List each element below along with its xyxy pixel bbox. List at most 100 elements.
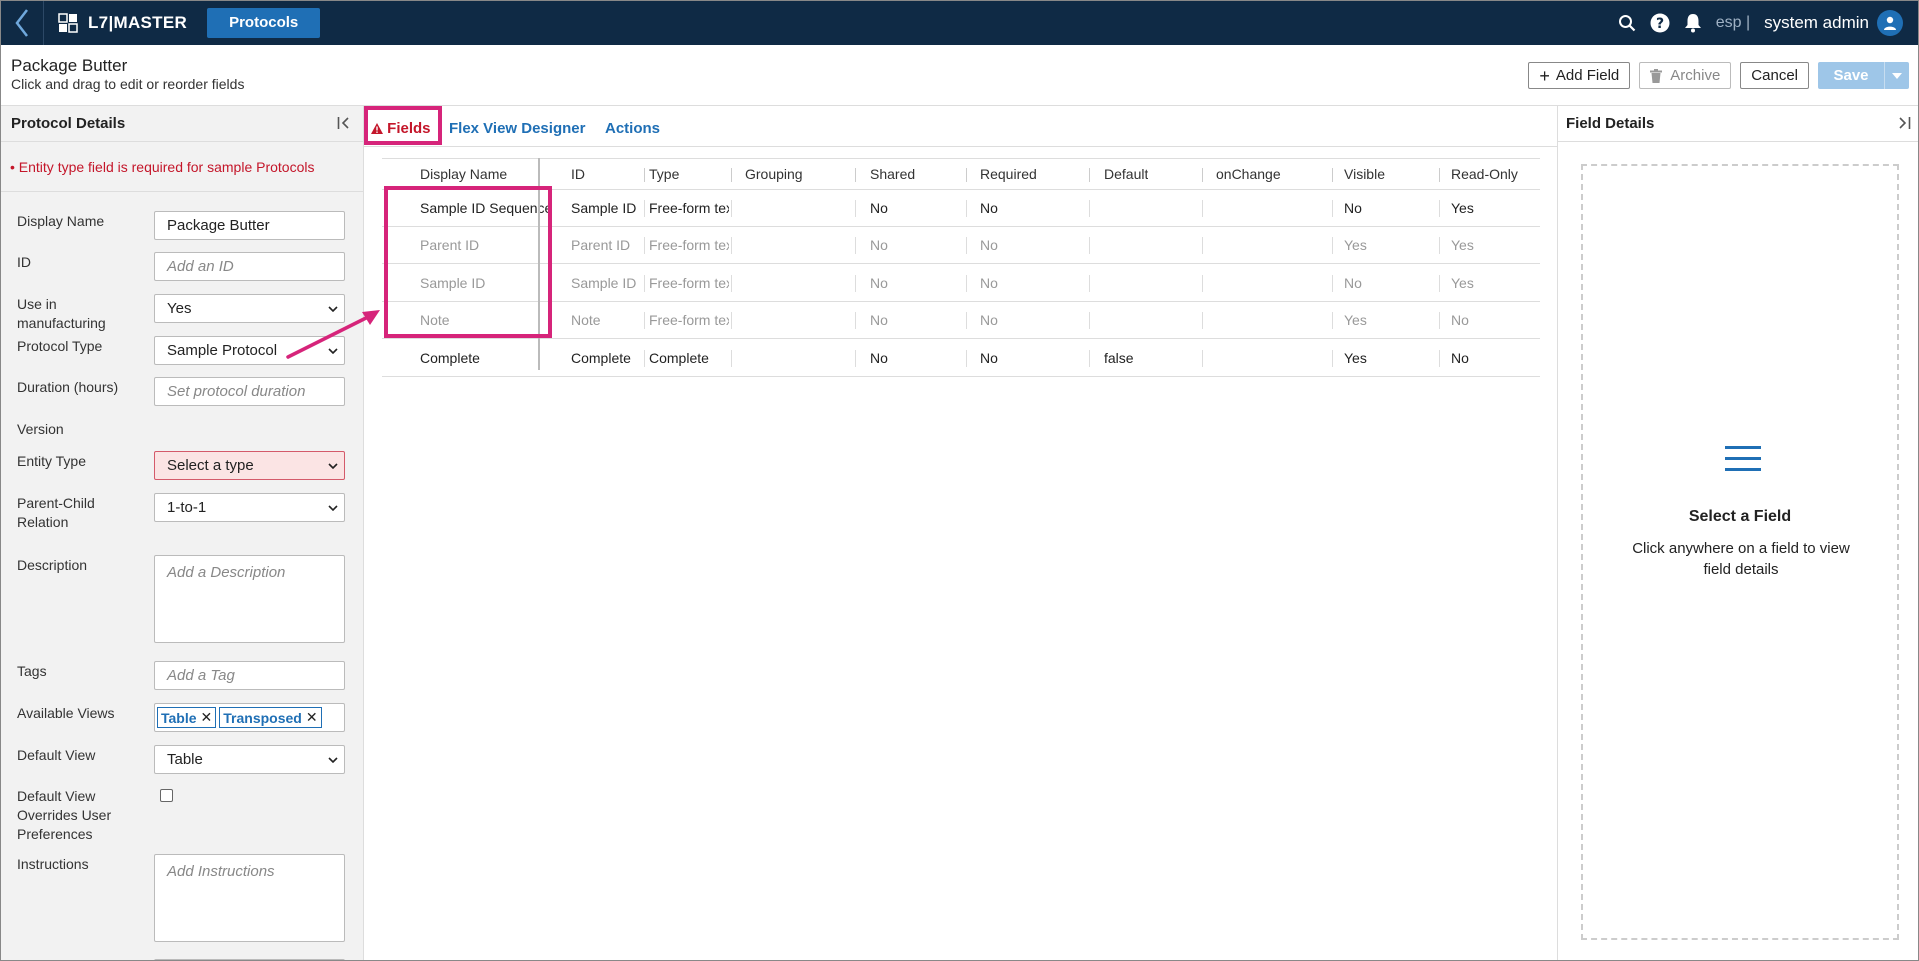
collapse-right-icon[interactable]	[1897, 116, 1911, 134]
svg-text:?: ?	[1656, 16, 1664, 32]
cell-visible: Yes	[1344, 312, 1367, 328]
user-name[interactable]: system admin	[1764, 13, 1869, 33]
column-header[interactable]: onChange	[1216, 159, 1281, 190]
collapse-left-icon[interactable]	[337, 116, 351, 134]
cell-shared: No	[870, 350, 888, 366]
tab-bar: Fields Flex View Designer Actions	[364, 106, 1557, 147]
grid-logo-icon	[58, 12, 78, 33]
cancel-button[interactable]: Cancel	[1740, 62, 1809, 89]
column-header[interactable]: Grouping	[745, 159, 803, 190]
cell-display-name: Complete	[420, 350, 480, 366]
select-value: 1-to-1	[167, 499, 207, 516]
view-chip-transposed: Transposed ✕	[219, 707, 322, 728]
cell-type: Free-form tex	[649, 237, 729, 253]
column-header[interactable]: Default	[1104, 159, 1148, 190]
description-field[interactable]: Add a Description	[154, 555, 345, 643]
help-icon[interactable]: ?	[1650, 13, 1670, 33]
app-name: L7|MASTER	[88, 12, 188, 32]
protocol-details-panel: Protocol Details • Entity type field is …	[0, 106, 364, 961]
cell-required: No	[980, 312, 998, 328]
table-row[interactable]: Note Note Free-form tex No No Yes No	[382, 302, 1540, 339]
cell-shared: No	[870, 200, 888, 216]
table-row[interactable]: Sample ID Sample ID Free-form tex No No …	[382, 265, 1540, 302]
instructions-field[interactable]: Add Instructions	[154, 854, 345, 942]
available-views-label: Available Views	[17, 705, 115, 721]
default-view-select[interactable]: Table	[154, 745, 345, 774]
select-value: Table	[167, 751, 203, 768]
annotation-highlight-system-fields	[384, 186, 552, 338]
field-details-panel: Field Details Select a Field Click anywh…	[1557, 106, 1919, 961]
cell-visible: Yes	[1344, 350, 1367, 366]
display-name-field[interactable]: Package Butter	[154, 211, 345, 240]
cell-required: No	[980, 350, 998, 366]
top-navigation-bar: L7|MASTER Protocols ? esp | system admin	[0, 0, 1919, 45]
cell-id: Complete	[571, 350, 631, 366]
cell-shared: No	[870, 275, 888, 291]
caret-down-icon	[1892, 72, 1902, 79]
id-field[interactable]: Add an ID	[154, 252, 345, 281]
tab-actions[interactable]: Actions	[605, 120, 660, 137]
cell-id: Sample ID	[571, 275, 637, 291]
select-value: Sample Protocol	[167, 342, 278, 359]
panel-title: Protocol Details	[11, 115, 126, 132]
close-icon[interactable]: ✕	[306, 709, 318, 726]
entity-type-select[interactable]: Select a type	[154, 451, 345, 480]
select-value: Select a type	[167, 457, 254, 474]
annotation-arrow	[286, 310, 380, 359]
plus-icon: +	[1539, 65, 1550, 86]
archive-button[interactable]: Archive	[1639, 62, 1732, 89]
cell-id: Sample ID	[571, 200, 637, 216]
available-views-field[interactable]: Table ✕ Transposed ✕	[154, 703, 345, 732]
add-field-button[interactable]: + Add Field	[1528, 62, 1631, 89]
bell-icon[interactable]	[1684, 13, 1702, 33]
back-button[interactable]	[0, 0, 44, 45]
column-header[interactable]: Shared	[870, 159, 915, 190]
default-view-overrides-checkbox[interactable]	[160, 789, 173, 802]
tenant-label: esp |	[1715, 13, 1751, 31]
column-header[interactable]: ID	[571, 159, 585, 190]
chevron-left-icon	[14, 8, 28, 37]
entity-type-label: Entity Type	[17, 453, 87, 469]
column-header[interactable]: Type	[649, 159, 679, 190]
column-header[interactable]: Read-Only	[1451, 159, 1518, 190]
table-header: Display Name ID Type Grouping Shared Req…	[382, 159, 1540, 190]
column-header[interactable]: Required	[980, 159, 1037, 190]
cell-type: Free-form tex	[649, 200, 729, 216]
save-button[interactable]: Save	[1818, 62, 1884, 89]
close-icon[interactable]: ✕	[201, 709, 213, 726]
table-row[interactable]: Parent ID Parent ID Free-form tex No No …	[382, 227, 1540, 264]
table-row[interactable]: Complete Complete Complete No No false Y…	[382, 340, 1540, 377]
parent-child-label: Parent-Child Relation	[17, 495, 95, 530]
tab-protocols[interactable]: Protocols	[207, 7, 321, 38]
archive-label: Archive	[1670, 67, 1721, 84]
validation-error: • Entity type field is required for samp…	[0, 142, 363, 192]
tags-field[interactable]: Add a Tag	[154, 661, 345, 690]
add-field-label: Add Field	[1555, 67, 1620, 84]
parent-child-select[interactable]: 1-to-1	[154, 493, 345, 522]
field-details-dropzone: Select a Field Click anywhere on a field…	[1581, 164, 1899, 940]
instructions-label: Instructions	[17, 856, 89, 872]
cell-readonly: No	[1451, 312, 1469, 328]
fields-table: Display Name ID Type Grouping Shared Req…	[382, 158, 1540, 377]
save-dropdown-button[interactable]	[1884, 62, 1909, 89]
trash-icon	[1650, 68, 1663, 83]
avatar[interactable]	[1877, 9, 1903, 36]
cell-readonly: No	[1451, 350, 1469, 366]
search-icon[interactable]	[1618, 14, 1636, 32]
cell-required: No	[980, 275, 998, 291]
column-header[interactable]: Visible	[1344, 159, 1385, 190]
duration-field[interactable]: Set protocol duration	[154, 377, 345, 406]
table-row[interactable]: Sample ID Sequence Sample ID Free-form t…	[382, 190, 1540, 227]
tab-flex-view-designer[interactable]: Flex View Designer	[449, 120, 585, 137]
cell-shared: No	[870, 312, 888, 328]
description-label: Description	[17, 557, 88, 573]
app-logo[interactable]: L7|MASTER	[58, 13, 187, 33]
use-in-manufacturing-label: Use in manufacturing	[17, 296, 106, 331]
cell-visible: No	[1344, 275, 1362, 291]
duration-label: Duration (hours)	[17, 379, 119, 395]
chevron-down-icon	[328, 504, 338, 511]
user-icon	[1884, 16, 1896, 30]
cell-default: false	[1104, 350, 1134, 366]
cell-id: Note	[571, 312, 601, 328]
cell-type: Free-form tex	[649, 275, 729, 291]
